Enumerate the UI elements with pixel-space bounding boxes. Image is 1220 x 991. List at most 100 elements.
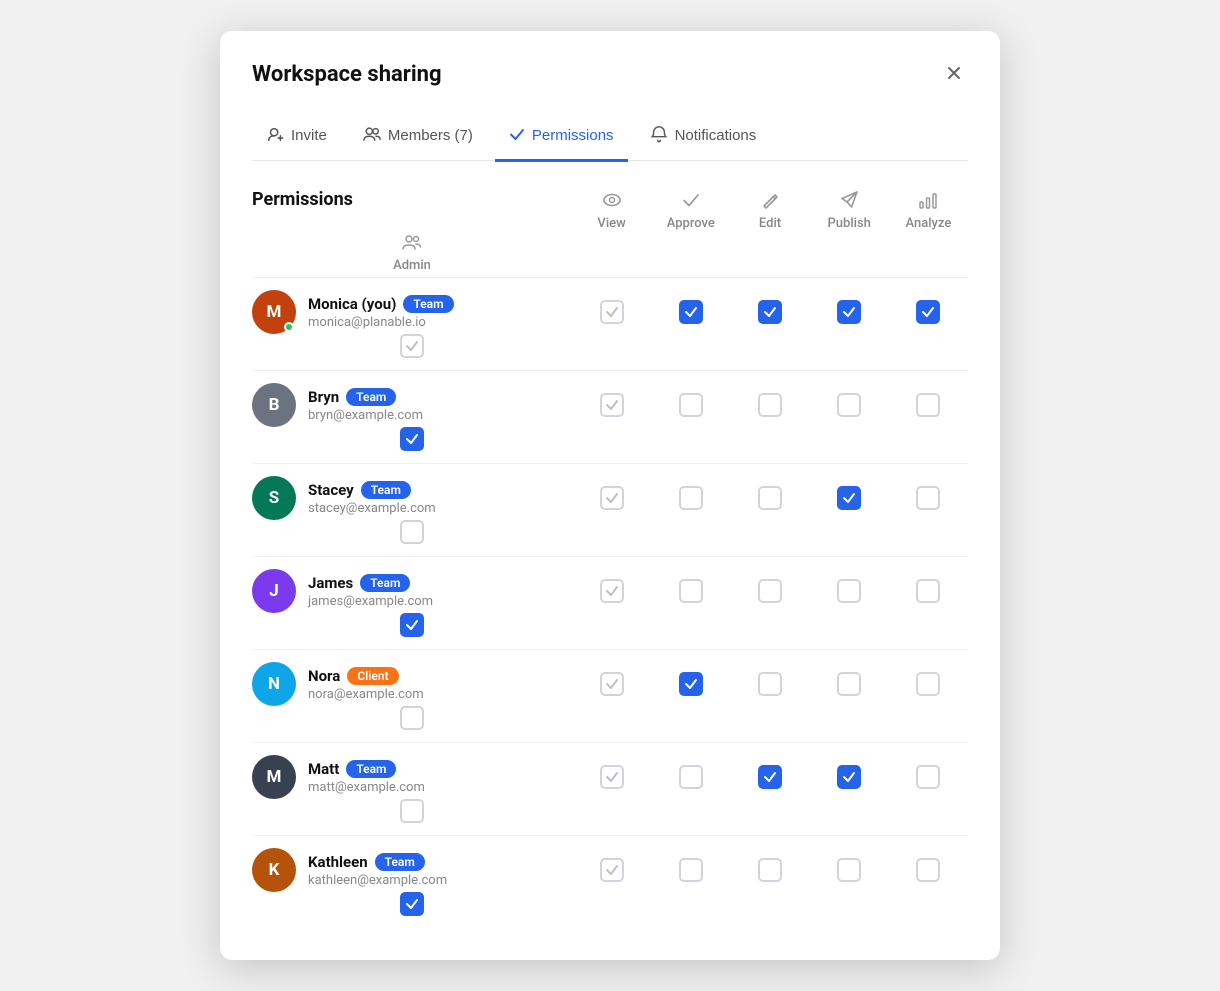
checkbox-cell-approve	[651, 393, 730, 417]
checkbox-edit[interactable]	[758, 579, 782, 603]
checkbox-admin[interactable]	[400, 892, 424, 916]
checkbox-edit[interactable]	[758, 393, 782, 417]
checkbox-admin[interactable]	[400, 334, 424, 358]
checkbox-admin[interactable]	[400, 613, 424, 637]
checkbox-analyze[interactable]	[916, 486, 940, 510]
checkbox-publish[interactable]	[837, 300, 861, 324]
checkbox-approve[interactable]	[679, 858, 703, 882]
checkbox-analyze[interactable]	[916, 579, 940, 603]
checkbox-cell-publish	[810, 858, 889, 882]
checkbox-view[interactable]	[600, 579, 624, 603]
checkbox-analyze[interactable]	[916, 300, 940, 324]
checkbox-view[interactable]	[600, 486, 624, 510]
user-email: kathleen@example.com	[308, 873, 447, 888]
close-button[interactable]	[940, 59, 968, 91]
checkbox-cell-view	[572, 393, 651, 417]
column-headers: Permissions View Approve	[252, 189, 968, 273]
checkbox-view[interactable]	[600, 765, 624, 789]
col-header-approve: Approve	[651, 189, 730, 231]
checkbox-cell-analyze	[889, 858, 968, 882]
checkbox-approve[interactable]	[679, 300, 703, 324]
user-tag: Team	[403, 295, 453, 313]
checkbox-analyze[interactable]	[916, 672, 940, 696]
checkbox-approve[interactable]	[679, 579, 703, 603]
checkbox-publish[interactable]	[837, 486, 861, 510]
checkbox-analyze[interactable]	[916, 765, 940, 789]
checkbox-cell-admin	[252, 892, 572, 916]
checkbox-cell-admin	[252, 613, 572, 637]
user-info: JJamesTeamjames@example.com	[252, 569, 572, 613]
checkbox-cell-analyze	[889, 300, 968, 324]
user-tag: Team	[346, 388, 396, 406]
user-email: matt@example.com	[308, 780, 425, 795]
checkbox-cell-approve	[651, 300, 730, 324]
checkbox-publish[interactable]	[837, 858, 861, 882]
modal-header: Workspace sharing	[252, 59, 968, 91]
checkbox-approve[interactable]	[679, 393, 703, 417]
checkbox-view[interactable]	[600, 393, 624, 417]
user-info: SStaceyTeamstacey@example.com	[252, 476, 572, 520]
user-tag: Client	[347, 667, 398, 685]
checkbox-view[interactable]	[600, 300, 624, 324]
checkbox-admin[interactable]	[400, 520, 424, 544]
table-row: SStaceyTeamstacey@example.com	[252, 463, 968, 556]
checkbox-analyze[interactable]	[916, 858, 940, 882]
col-header-analyze: Analyze	[889, 189, 968, 231]
checkbox-publish[interactable]	[837, 393, 861, 417]
checkbox-view[interactable]	[600, 672, 624, 696]
user-rows-container: MMonica (you)Teammonica@planable.ioBBryn…	[252, 277, 968, 928]
checkbox-cell-admin	[252, 706, 572, 730]
col-header-view: View	[572, 189, 651, 231]
checkbox-view[interactable]	[600, 858, 624, 882]
avatar: K	[252, 848, 296, 892]
checkbox-analyze[interactable]	[916, 393, 940, 417]
avatar: J	[252, 569, 296, 613]
user-name: Monica (you)Team	[308, 295, 454, 313]
user-info: NNoraClientnora@example.com	[252, 662, 572, 706]
checkbox-cell-admin	[252, 334, 572, 358]
checkbox-edit[interactable]	[758, 765, 782, 789]
tab-invite[interactable]: Invite	[252, 115, 341, 162]
user-details: MattTeam matt@example.com	[308, 760, 425, 795]
checkbox-cell-approve	[651, 486, 730, 510]
checkbox-edit[interactable]	[758, 858, 782, 882]
tab-members[interactable]: Members (7)	[349, 115, 487, 162]
checkbox-publish[interactable]	[837, 672, 861, 696]
user-tag: Team	[360, 574, 410, 592]
checkbox-cell-analyze	[889, 765, 968, 789]
checkbox-publish[interactable]	[837, 579, 861, 603]
user-details: Monica (you)Team monica@planable.io	[308, 295, 454, 330]
user-email: bryn@example.com	[308, 408, 423, 423]
checkbox-cell-publish	[810, 579, 889, 603]
table-row: MMattTeammatt@example.com	[252, 742, 968, 835]
checkbox-admin[interactable]	[400, 799, 424, 823]
table-row: MMonica (you)Teammonica@planable.io	[252, 277, 968, 370]
checkbox-approve[interactable]	[679, 486, 703, 510]
checkbox-cell-publish	[810, 486, 889, 510]
checkbox-cell-view	[572, 765, 651, 789]
avatar: B	[252, 383, 296, 427]
tab-notifications[interactable]: Notifications	[636, 115, 771, 162]
members-icon	[363, 125, 381, 147]
checkbox-approve[interactable]	[679, 765, 703, 789]
user-details: StaceyTeamstacey@example.com	[308, 481, 436, 516]
checkbox-cell-view	[572, 672, 651, 696]
checkbox-publish[interactable]	[837, 765, 861, 789]
checkbox-edit[interactable]	[758, 300, 782, 324]
tab-permissions-label: Permissions	[532, 127, 614, 144]
user-name: MattTeam	[308, 760, 425, 778]
checkbox-edit[interactable]	[758, 672, 782, 696]
user-details: NoraClientnora@example.com	[308, 667, 424, 702]
user-details: KathleenTeamkathleen@example.com	[308, 853, 447, 888]
user-email: monica@planable.io	[308, 315, 454, 330]
tab-permissions[interactable]: Permissions	[495, 115, 628, 162]
user-email: stacey@example.com	[308, 501, 436, 516]
col-header-admin: Admin	[252, 231, 572, 273]
user-email: james@example.com	[308, 594, 433, 609]
checkbox-admin[interactable]	[400, 706, 424, 730]
checkbox-cell-view	[572, 300, 651, 324]
checkbox-edit[interactable]	[758, 486, 782, 510]
checkbox-approve[interactable]	[679, 672, 703, 696]
checkbox-cell-admin	[252, 799, 572, 823]
checkbox-admin[interactable]	[400, 427, 424, 451]
